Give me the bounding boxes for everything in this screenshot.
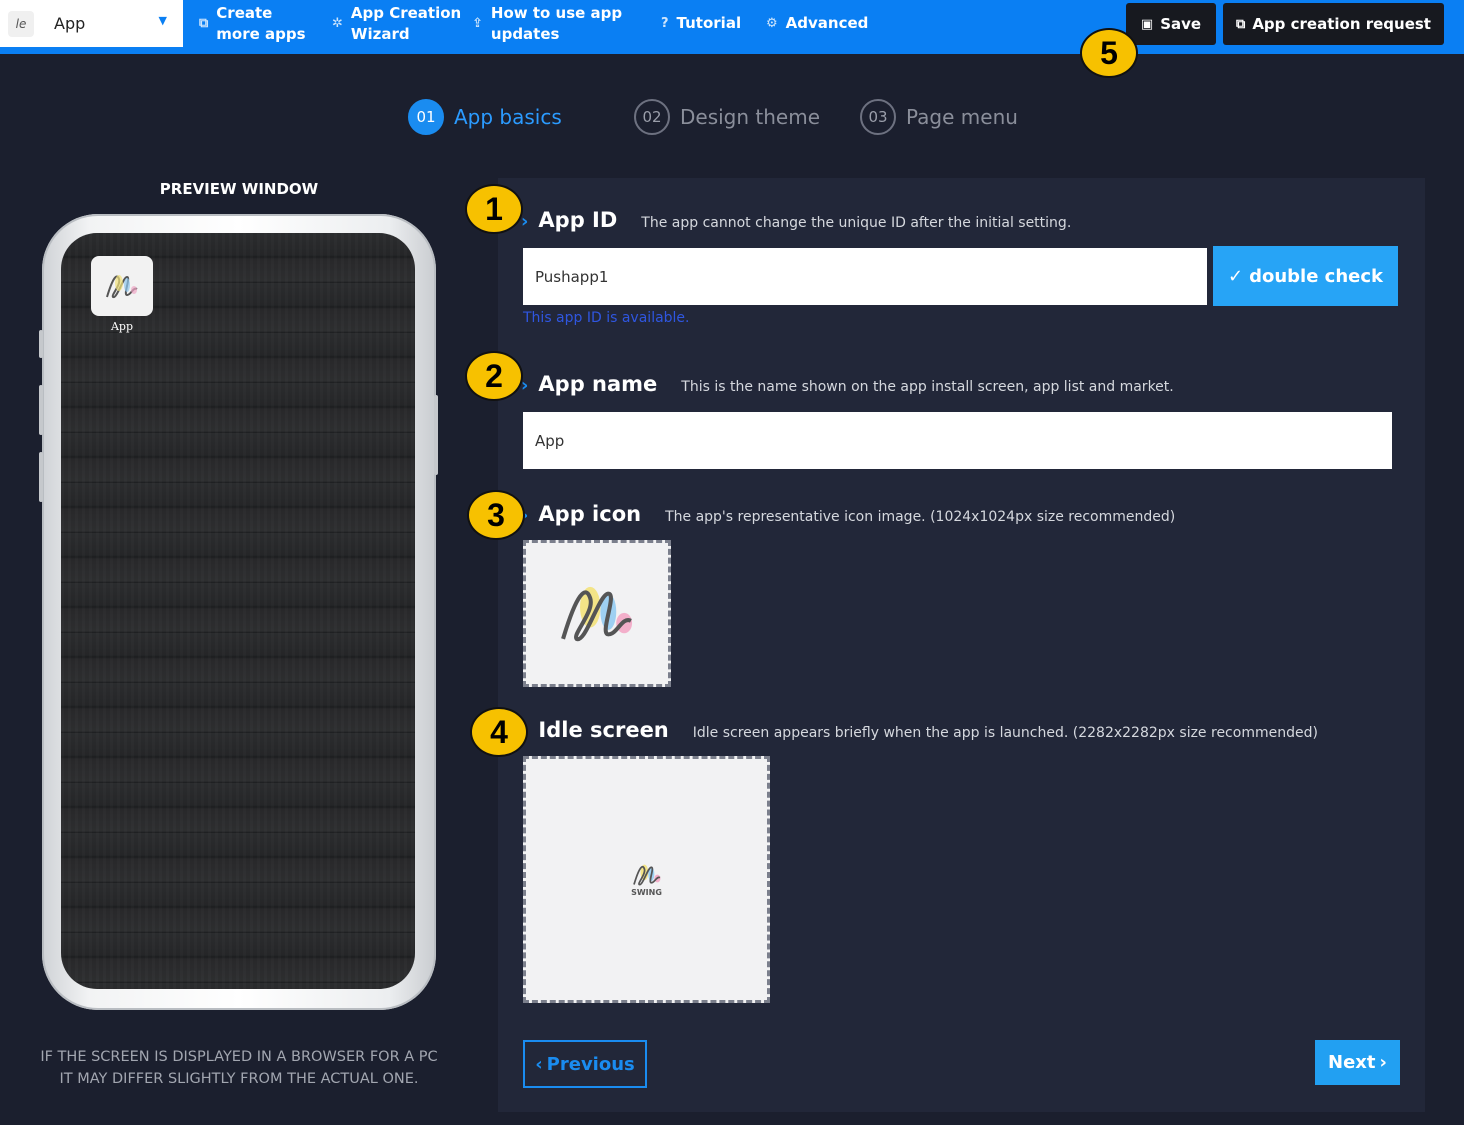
app-selector[interactable]: le App ▼ [0,0,183,47]
wand-icon: ✲ [332,16,343,31]
request-icon: ⧉ [1236,16,1246,32]
app-name-input[interactable]: App [523,412,1392,469]
chevron-left-icon: ‹ [535,1053,543,1075]
double-check-button[interactable]: ✓ double check [1213,246,1398,306]
nav-label-line2: Wizard [350,24,410,43]
check-icon: ✓ [1227,265,1244,287]
step-number: 02 [634,99,670,135]
preview-note-line1: IF THE SCREEN IS DISPLAYED IN A BROWSER … [40,1049,438,1065]
annotation-badge-3: 3 [467,490,525,540]
app-tile-label: App [110,320,134,333]
help-circle-icon: ? [661,16,669,31]
phone-side-button [434,395,438,475]
nav-advanced[interactable]: ⚙ Advanced [766,0,868,47]
next-button[interactable]: Next › [1315,1040,1400,1085]
nav-create-more-apps[interactable]: ⧉ Create more apps [199,0,306,47]
annotation-badge-2: 2 [465,351,523,401]
idle-screen-header: › Idle screen Idle screen appears briefl… [521,718,1318,742]
nav-label-line2: more apps [216,24,306,43]
preview-note-line2: IT MAY DIFFER SLIGHTLY FROM THE ACTUAL O… [59,1071,419,1087]
step-number: 03 [860,99,896,135]
app-id-input[interactable]: Pushapp1 [523,248,1207,305]
step-label: Page menu [906,105,1018,129]
app-name-desc: This is the name shown on the app instal… [681,379,1174,395]
app-icon-desc: The app's representative icon image. (10… [665,509,1176,525]
app-name-header: › App name This is the name shown on the… [521,372,1174,396]
annotation-badge-4: 4 [470,707,528,757]
nav-label: Advanced [785,14,869,32]
request-label: App creation request [1252,15,1431,33]
previous-button[interactable]: ‹ Previous [523,1040,647,1088]
app-logo-icon [561,586,633,641]
nav-label: Tutorial [676,14,742,32]
app-id-header: › App ID The app cannot change the uniqu… [521,208,1071,232]
step-page-menu[interactable]: 03 Page menu [860,99,1018,135]
app-id-desc: The app cannot change the unique ID afte… [641,215,1072,231]
preview-title: PREVIEW WINDOW [159,180,319,198]
preview-note: IF THE SCREEN IS DISPLAYED IN A BROWSER … [0,1046,478,1090]
save-button[interactable]: ▣ Save [1126,3,1216,45]
app-icon-tile [91,256,153,316]
new-app-icon: ⧉ [199,16,209,31]
app-logo-icon: le [8,10,34,37]
step-design-theme[interactable]: 02 Design theme [634,99,820,135]
chevron-right-icon: › [1379,1052,1387,1073]
upload-icon: ⇪ [472,16,483,31]
app-name-title: App name [538,372,658,396]
nav-how-to-use-updates[interactable]: ⇪ How to use app updates [472,0,622,47]
step-app-basics[interactable]: 01 App basics [408,99,562,135]
phone-side-button [39,452,43,502]
save-label: Save [1160,15,1202,33]
gear-icon: ⚙ [766,16,778,31]
nav-label-line2: updates [490,24,560,43]
app-id-title: App ID [538,208,618,232]
nav-label-line1: App Creation [350,3,462,22]
double-check-label: double check [1249,265,1384,287]
annotation-badge-5: 5 [1080,28,1138,78]
step-number: 01 [408,99,444,135]
phone-screen [61,233,415,989]
app-logo-icon [632,864,660,886]
app-id-status: This app ID is available. [523,310,690,326]
step-label: Design theme [680,105,821,129]
nav-app-creation-wizard[interactable]: ✲ App Creation Wizard [332,0,461,47]
next-label: Next [1328,1052,1376,1073]
app-icon-upload[interactable] [523,540,671,687]
idle-logo-text: SWING [631,888,662,897]
caret-down-icon: ▼ [158,14,167,27]
idle-screen-title: Idle screen [538,718,669,742]
nav-label-line1: How to use app [490,3,623,22]
phone-side-button [39,385,43,435]
idle-screen-desc: Idle screen appears briefly when the app… [692,725,1318,741]
app-selector-label: App [54,14,86,33]
app-logo-icon [106,275,138,298]
app-icon-header: › App icon The app's representative icon… [521,502,1175,526]
idle-screen-upload[interactable]: SWING [523,756,770,1003]
app-creation-request-button[interactable]: ⧉ App creation request [1223,3,1444,45]
phone-side-button [39,330,43,358]
top-bar: le App ▼ ⧉ Create more apps ✲ App Creatio… [0,0,1464,54]
previous-label: Previous [546,1053,635,1075]
floppy-disk-icon: ▣ [1140,16,1154,32]
annotation-badge-1: 1 [465,184,523,234]
step-label: App basics [454,105,562,129]
nav-label-line1: Create [216,3,273,22]
nav-tutorial[interactable]: ? Tutorial [661,0,741,47]
app-icon-title: App icon [538,502,642,526]
